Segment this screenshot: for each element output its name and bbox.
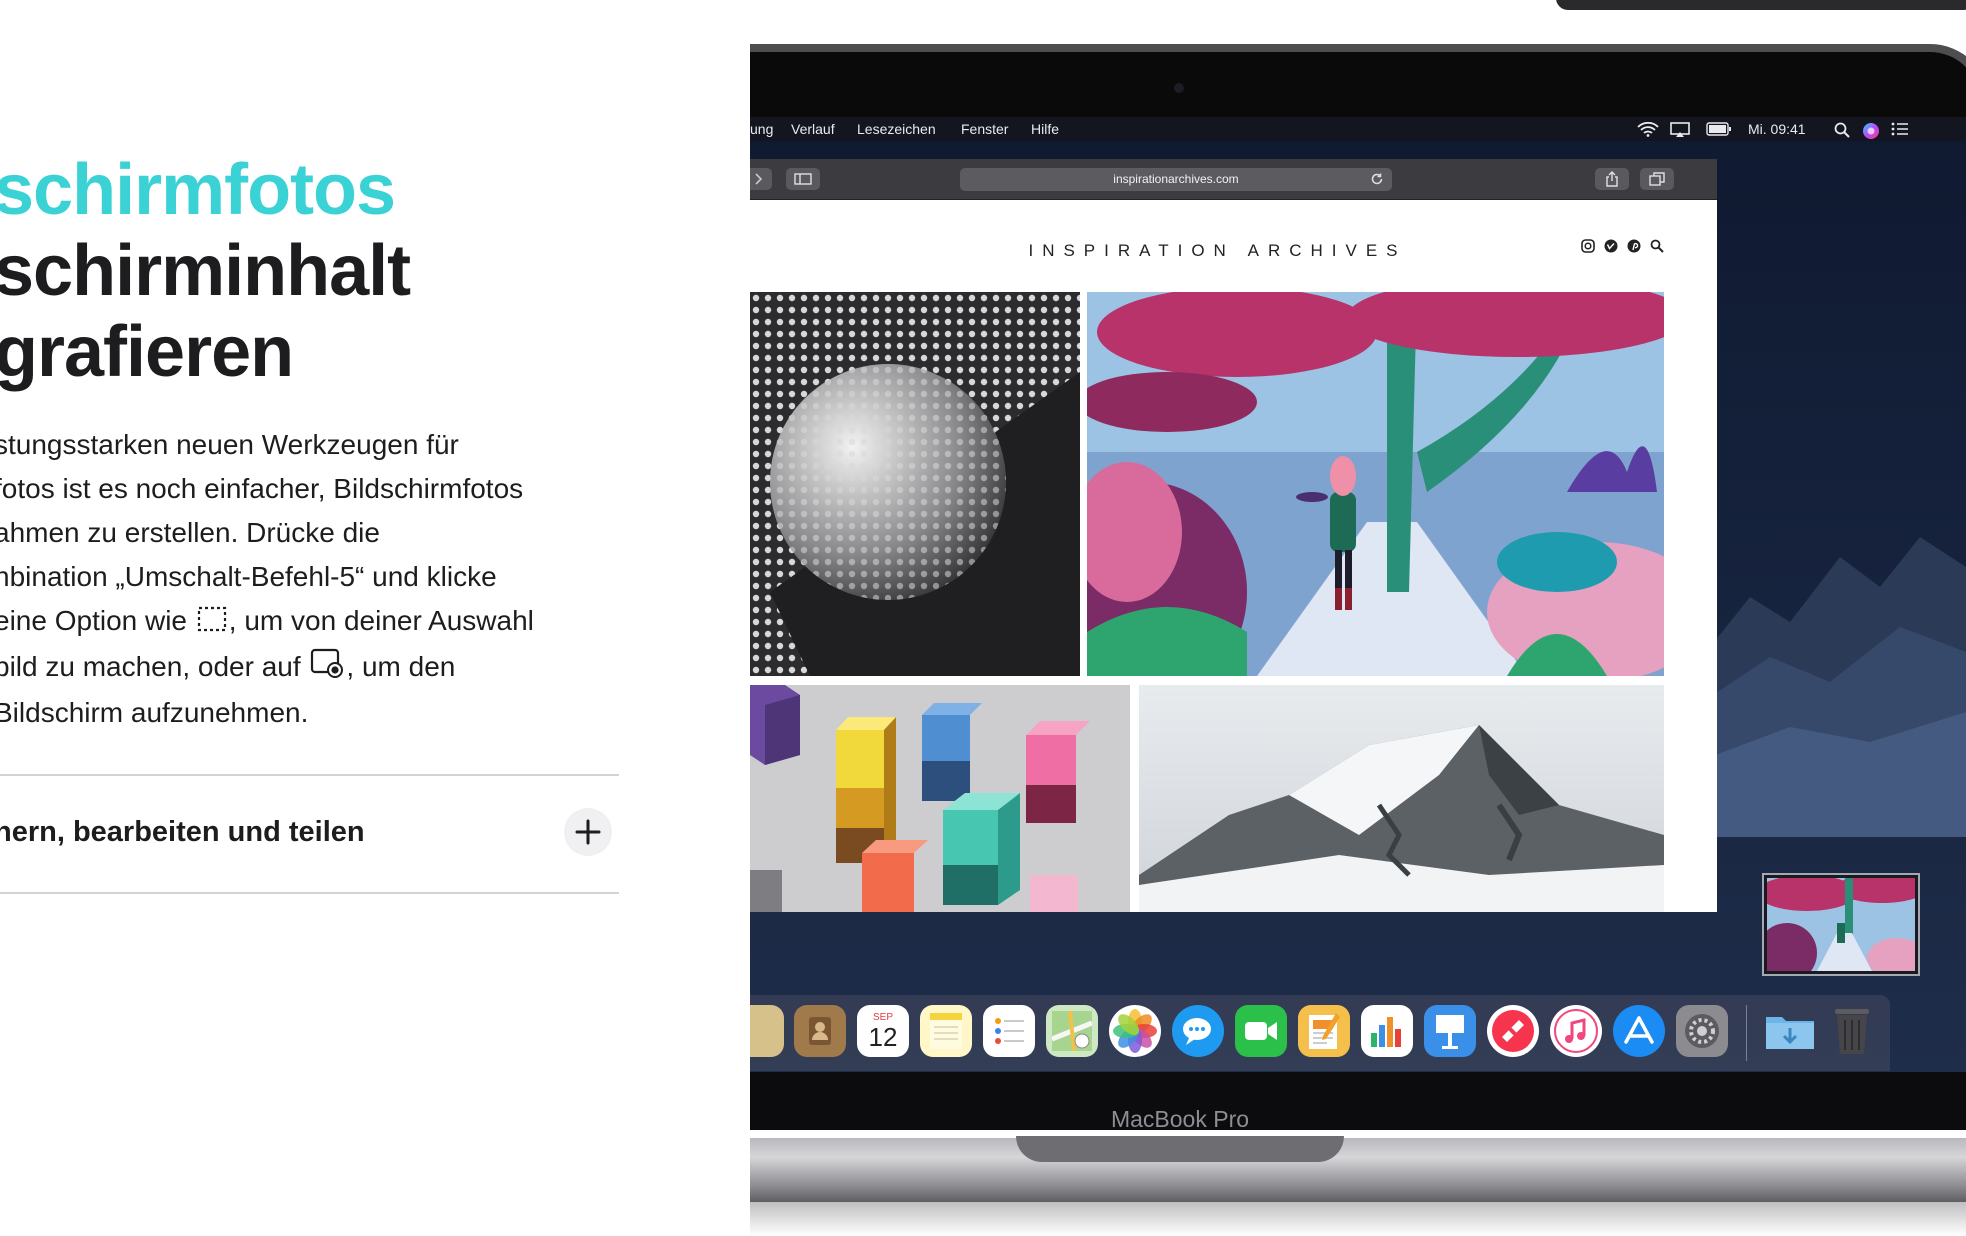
safari-toolbar: inspirationarchives.com xyxy=(750,159,1717,200)
macbook-screen: ung Verlauf Lesezeichen Fenster Hilfe Mi… xyxy=(750,117,1966,1072)
body-line: bild zu machen, oder auf , um den xyxy=(0,645,594,691)
dock-music-icon[interactable] xyxy=(1550,1005,1602,1057)
dock-app-store-icon[interactable] xyxy=(1613,1005,1665,1057)
menu-item-fenster[interactable]: Fenster xyxy=(961,121,1008,137)
wifi-icon[interactable] xyxy=(1637,122,1659,137)
spotlight-search-icon[interactable] xyxy=(1834,122,1850,138)
body-text: , um von deiner Auswahl xyxy=(228,605,534,636)
body-line: fotos ist es noch einfacher, Bildschirmf… xyxy=(0,473,524,504)
body-text: eine Option wie xyxy=(0,605,195,636)
menu-item-lesezeichen[interactable]: Lesezeichen xyxy=(857,121,936,137)
share-icon xyxy=(1606,171,1618,187)
macbook-shadow xyxy=(750,1202,1966,1236)
airplay-icon[interactable] xyxy=(1670,122,1690,138)
dock-calendar-icon[interactable]: SEP 12 xyxy=(857,1005,909,1057)
site-title: INSPIRATION ARCHIVES xyxy=(1028,241,1407,260)
body-line: Bildschirm aufzunehmen. xyxy=(0,697,309,728)
body-text: , um den xyxy=(346,651,456,682)
reload-icon[interactable] xyxy=(1370,172,1384,186)
headline: schirmfotos schirminhalt grafieren xyxy=(0,150,411,393)
plus-icon xyxy=(575,819,601,845)
dock-news-icon[interactable] xyxy=(1487,1005,1539,1057)
notification-center-icon[interactable] xyxy=(1891,122,1909,136)
dock-keynote-icon[interactable] xyxy=(1424,1005,1476,1057)
pinterest-icon[interactable] xyxy=(1627,239,1641,253)
camera-icon xyxy=(1174,83,1184,93)
wallpaper-mountains xyxy=(1710,537,1966,837)
headline-line-3: grafieren xyxy=(0,312,294,392)
tabs-icon xyxy=(1649,172,1665,186)
dock-numbers-icon[interactable] xyxy=(1361,1005,1413,1057)
macbook-lid-notch xyxy=(1016,1136,1344,1162)
dock-maps-icon[interactable] xyxy=(1046,1005,1098,1057)
screenshot-thumbnail[interactable] xyxy=(1764,875,1918,974)
macbook-base xyxy=(750,1138,1966,1202)
body-line: ahmen zu erstellen. Drücke die xyxy=(0,517,380,548)
dock-contacts-icon[interactable] xyxy=(794,1005,846,1057)
body-line: stungsstarken neuen Werkzeugen für xyxy=(0,429,459,460)
headline-line-2: schirminhalt xyxy=(0,231,411,311)
gallery-image-cubes[interactable] xyxy=(750,685,1130,912)
sidebar-button[interactable] xyxy=(786,168,820,190)
gallery-image-forest[interactable] xyxy=(1087,292,1664,676)
menubar: ung Verlauf Lesezeichen Fenster Hilfe Mi… xyxy=(750,117,1966,141)
menu-item-hilfe[interactable]: Hilfe xyxy=(1031,121,1059,137)
body-copy: stungsstarken neuen Werkzeugen für fotos… xyxy=(0,423,594,735)
dock-separator xyxy=(1746,1005,1747,1061)
menu-item-verlauf[interactable]: Verlauf xyxy=(791,121,835,137)
dock-reminders-icon[interactable] xyxy=(983,1005,1035,1057)
dock-preview-icon[interactable] xyxy=(750,1005,784,1057)
dock-messages-icon[interactable] xyxy=(1172,1005,1224,1057)
battery-icon[interactable] xyxy=(1706,122,1732,136)
second-device-edge xyxy=(1556,0,1966,10)
address-bar[interactable]: inspirationarchives.com xyxy=(960,168,1392,191)
dock-trash-icon[interactable] xyxy=(1826,1005,1878,1057)
body-line: eine Option wie , um von deiner Auswahl xyxy=(0,599,594,645)
share-button[interactable] xyxy=(1595,168,1629,190)
calendar-day: 12 xyxy=(868,1021,898,1052)
body-text: bild zu machen, oder auf xyxy=(0,651,309,682)
accordion-label: hern, bearbeiten und teilen xyxy=(0,816,365,848)
dock: SEP 12 xyxy=(750,995,1890,1071)
calendar-month: SEP xyxy=(872,1011,893,1023)
gallery-image-sphere[interactable] xyxy=(750,292,1080,676)
safari-window: inspirationarchives.com INSPIRATION ARCH… xyxy=(750,159,1717,912)
vimeo-icon[interactable] xyxy=(1604,239,1618,253)
siri-icon[interactable] xyxy=(1862,122,1880,140)
menubar-clock[interactable]: Mi. 09:41 xyxy=(1748,121,1806,137)
divider xyxy=(0,774,619,776)
chevron-right-icon xyxy=(755,173,763,185)
screen-record-icon xyxy=(310,647,344,691)
tabs-overview-button[interactable] xyxy=(1640,168,1674,190)
dock-pages-icon[interactable] xyxy=(1298,1005,1350,1057)
forward-button[interactable] xyxy=(750,168,772,190)
dock-system-preferences-icon[interactable] xyxy=(1676,1005,1728,1057)
selection-capture-icon xyxy=(197,601,227,645)
divider xyxy=(0,892,619,894)
expand-plus-button[interactable] xyxy=(564,808,612,856)
macbook-label: MacBook Pro xyxy=(1110,1106,1250,1132)
accordion-save-edit-share[interactable]: hern, bearbeiten und teilen xyxy=(0,808,619,858)
url-text: inspirationarchives.com xyxy=(1113,172,1239,186)
headline-accent-line: schirmfotos xyxy=(0,150,396,230)
menu-item[interactable]: ung xyxy=(750,121,773,137)
dock-facetime-icon[interactable] xyxy=(1235,1005,1287,1057)
instagram-icon[interactable] xyxy=(1581,239,1595,253)
body-line: nbination „Umschalt-Befehl-5“ und klicke xyxy=(0,561,497,592)
dock-notes-icon[interactable] xyxy=(920,1005,972,1057)
dock-photos-icon[interactable] xyxy=(1109,1005,1161,1057)
macbook-chin xyxy=(750,1072,1966,1130)
dock-downloads-folder-icon[interactable] xyxy=(1764,1005,1816,1057)
search-icon[interactable] xyxy=(1650,239,1664,253)
gallery-image-mountain[interactable] xyxy=(1139,685,1664,912)
sidebar-icon xyxy=(794,173,812,185)
